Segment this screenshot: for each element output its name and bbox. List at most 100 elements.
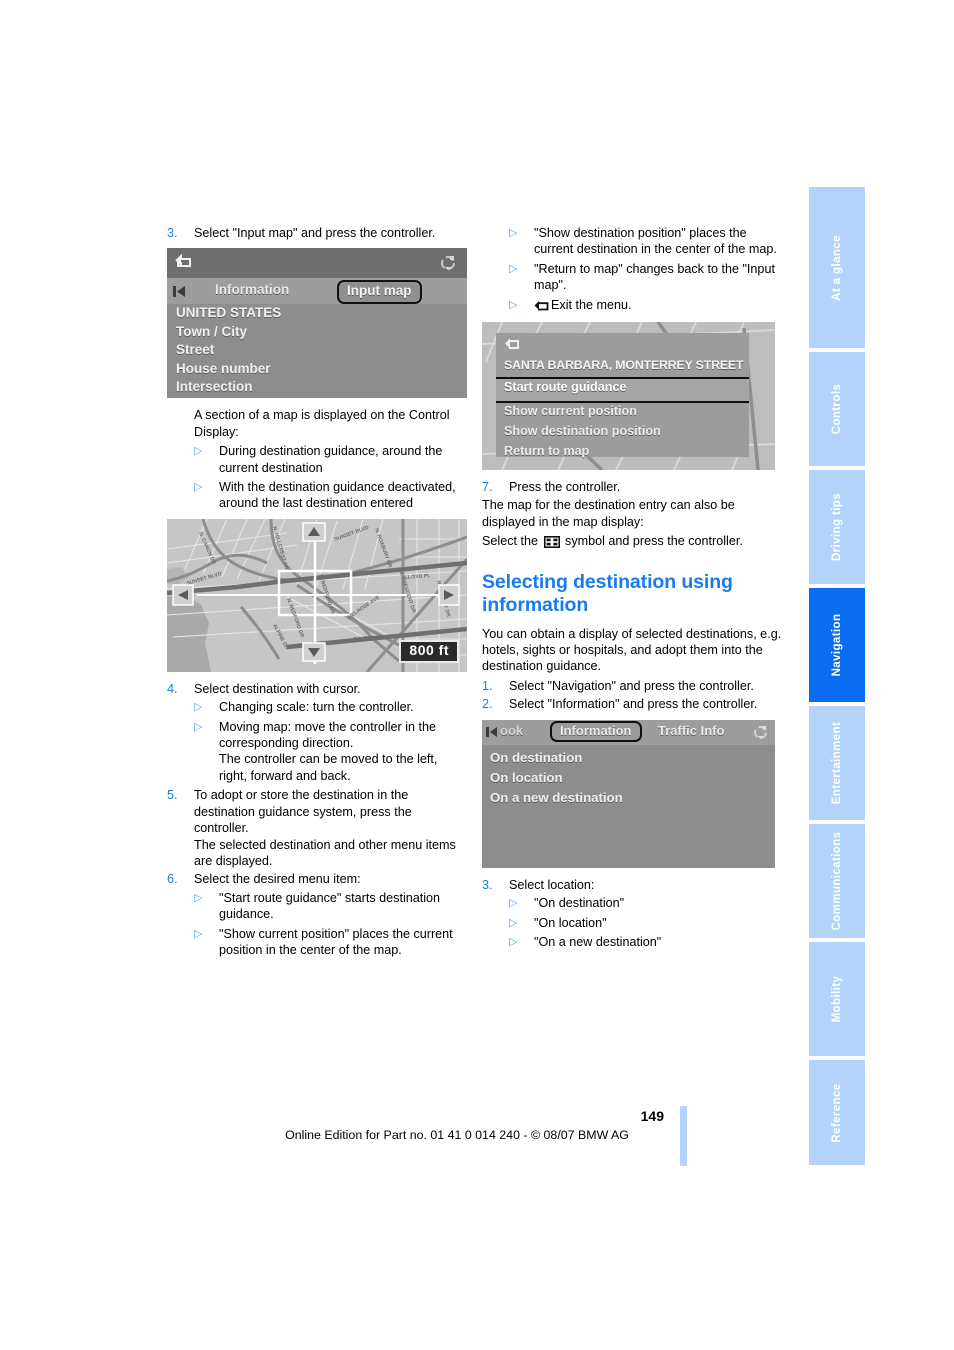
sidebar-tab-entertainment[interactable]: Entertainment — [809, 706, 865, 820]
sidebar-tab-label: Communications — [831, 831, 843, 931]
footer-text: Online Edition for Part no. 01 41 0 014 … — [285, 1128, 629, 1142]
rotate-icon — [752, 724, 769, 745]
triangle-bullet-icon: ▷ — [194, 701, 203, 714]
left-column: 3. Select "Input map" and press the cont… — [167, 225, 467, 961]
triangle-bullet-icon: ▷ — [509, 298, 518, 311]
bullet-text: During destination guidance, around the … — [219, 444, 443, 475]
page-heading: Selecting destination using information — [482, 570, 733, 616]
triangle-bullet-icon: ▷ — [509, 227, 518, 239]
step-text: To adopt or store the destination in the… — [194, 788, 456, 868]
step-text: Select "Navigation" and press the contro… — [509, 678, 754, 693]
step-1-select-navigation: 1. Select "Navigation" and press the con… — [482, 678, 782, 694]
left-arrow-icon[interactable] — [486, 726, 499, 742]
idrive-topbar — [167, 248, 467, 278]
information-list-item[interactable]: On a new destination — [490, 790, 623, 806]
bullet-text: Changing scale: turn the controller. — [219, 700, 414, 715]
idrive-menubar: ook Information Traffic Info — [482, 719, 775, 745]
triangle-bullet-icon: ▷ — [509, 262, 518, 275]
bullet-item: ▷ "Show current position" places the curr… — [194, 926, 467, 959]
step-number: 1. — [482, 678, 493, 693]
popup-title: SANTA BARBARA, MONTERREY STREET — [504, 358, 744, 373]
paragraph-map-section: A section of a map is displayed on the C… — [194, 408, 450, 439]
paragraph-select-symbol: Select the symbol and press the controll… — [482, 533, 782, 552]
sidebar-tab-navigation[interactable]: Navigation — [809, 588, 865, 702]
bullet-item: ▷ During destination guidance, around the… — [194, 443, 467, 476]
bullet-text: "Show destination position" places the c… — [534, 226, 777, 257]
tab-input-map-selected[interactable]: Input map — [337, 280, 422, 304]
route-menu-item[interactable]: Return to map — [504, 443, 589, 459]
step-number: 6. — [167, 872, 178, 887]
bullet-text: "Return to map" changes back to the "Inp… — [534, 261, 775, 293]
sidebar-tab-reference[interactable]: Reference — [809, 1060, 865, 1165]
bullet-item: ▷ "On destination" — [509, 895, 782, 911]
idrive-list-item[interactable]: Street — [167, 341, 467, 360]
idrive-menubar: Information Input map — [167, 278, 467, 305]
step-5-adopt-destination: 5. To adopt or store the destination in t… — [167, 787, 467, 869]
step-2-select-information: 2. Select "Information" and press the co… — [482, 696, 782, 712]
step-number: 7. — [482, 480, 493, 495]
triangle-bullet-icon: ▷ — [194, 927, 203, 940]
symbol-press-text: symbol and press the controller. — [565, 534, 743, 549]
rotate-icon — [439, 254, 457, 276]
back-arrow-icon[interactable] — [504, 337, 520, 354]
bullet-item: ▷ Moving map: move the controller in the … — [194, 719, 467, 785]
tab-information-selected[interactable]: Information — [550, 720, 642, 743]
step-3-input-map: 3. Select "Input map" and press the cont… — [167, 225, 467, 241]
step-text: Select the desired menu item: — [194, 872, 361, 887]
route-menu-item[interactable]: Show current position — [504, 403, 637, 419]
bullet-item: ▷ "On a new destination" — [509, 934, 782, 950]
sidebar-tab-mobility[interactable]: Mobility — [809, 942, 865, 1056]
step-text: Select destination with cursor. — [194, 681, 361, 696]
screenshot-map-section: N. CANON DR N. HILLCREST DR SUNSET BLVD … — [167, 518, 467, 672]
route-menu-item-selected[interactable]: Start route guidance — [504, 379, 626, 395]
bullet-text: "On location" — [534, 915, 607, 930]
back-arrow-icon — [534, 299, 549, 315]
sidebar-tab-label: Mobility — [831, 975, 843, 1023]
information-list-item[interactable]: On destination — [490, 750, 582, 766]
step-text: Select "Input map" and press the control… — [194, 226, 436, 240]
triangle-bullet-icon: ▷ — [509, 916, 518, 929]
triangle-bullet-icon: ▷ — [194, 720, 203, 733]
map-scale-label: 800 ft — [399, 640, 459, 663]
sidebar-tab-communications[interactable]: Communications — [809, 824, 865, 938]
select-the-text: Select the — [482, 534, 539, 549]
screenshot-input-map: Information Input map UNITED STATES Town … — [167, 248, 467, 399]
route-menu-item[interactable]: Show destination position — [504, 423, 661, 439]
idrive-list-item[interactable]: Intersection — [167, 378, 467, 397]
step-4-select-destination: 4. Select destination with cursor. — [167, 681, 467, 697]
triangle-bullet-icon: ▷ — [509, 897, 518, 910]
tab-information[interactable]: Information — [215, 282, 289, 298]
step-3-select-location: 3. Select location: — [482, 877, 782, 893]
bullet-text: "On destination" — [534, 896, 625, 911]
section-sidebar: At a glance Controls Driving tips Navigatio… — [809, 187, 865, 1169]
bullet-item: ▷ With the destination guidance deactivat… — [194, 479, 467, 512]
step-text: Select "Information" and press the contr… — [509, 697, 758, 712]
manual-page: At a glance Controls Driving tips Navigatio… — [0, 0, 954, 1350]
triangle-bullet-icon: ▷ — [194, 891, 203, 904]
bullet-item: ▷ "On location" — [509, 915, 782, 931]
step-number: 3. — [167, 226, 178, 240]
sidebar-tab-controls[interactable]: Controls — [809, 352, 865, 466]
idrive-popup-panel: SANTA BARBARA, MONTERREY STREET Start ro… — [496, 333, 749, 459]
step-number: 3. — [482, 877, 493, 892]
tab-address-book-partial[interactable]: ook — [500, 723, 523, 739]
sidebar-tab-label: Driving tips — [831, 492, 843, 562]
triangle-bullet-icon: ▷ — [194, 445, 203, 458]
tab-traffic-info[interactable]: Traffic Info — [658, 723, 724, 739]
idrive-list-item[interactable]: Town / City — [167, 323, 467, 342]
idrive-list-item[interactable]: House number — [167, 360, 467, 379]
figure-code — [471, 324, 481, 394]
sidebar-tab-at-a-glance[interactable]: At a glance — [809, 187, 865, 348]
bullet-item: ▷ Exit the menu. — [509, 297, 782, 315]
idrive-list-item[interactable]: UNITED STATES — [167, 304, 467, 323]
bullet-item: ▷ "Return to map" changes back to the "In… — [509, 261, 782, 294]
bullet-text: Exit the menu. — [534, 298, 632, 312]
figure-code — [779, 794, 789, 864]
left-arrow-icon[interactable] — [173, 285, 187, 302]
sidebar-tab-driving-tips[interactable]: Driving tips — [809, 470, 865, 584]
intro-paragraph: You can obtain a display of selected des… — [482, 626, 782, 674]
step-7-press-controller: 7. Press the controller. — [482, 479, 782, 495]
step-text: Press the controller. — [509, 480, 621, 495]
information-list-item[interactable]: On location — [490, 770, 563, 786]
bullet-text: "Show current position" places the curre… — [219, 926, 453, 957]
